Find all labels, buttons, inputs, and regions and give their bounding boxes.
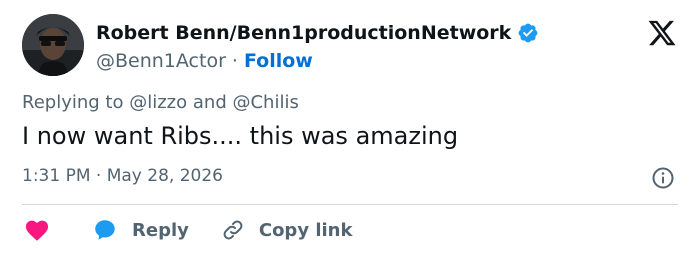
tweet-card: Robert Benn/Benn1productionNetwork @Benn… [0,0,700,256]
handle-separator: · [231,50,238,72]
link-icon [223,220,243,240]
copy-link-label: Copy link [258,219,353,241]
tweet-meta[interactable]: 1:31 PM · May 28, 2026 [22,166,223,186]
display-name[interactable]: Robert Benn/Benn1productionNetwork [96,22,511,44]
like-button[interactable] [22,216,52,244]
reply-label: Reply [132,219,189,241]
heart-icon [25,220,49,241]
author-block: Robert Benn/Benn1productionNetwork @Benn… [96,20,539,72]
avatar[interactable] [22,14,84,76]
tweet-text: I now want Ribs.... this was amazing [22,122,459,150]
mention-chilis[interactable]: @Chilis [232,92,298,113]
reply-bubble-icon [95,220,115,240]
tweet-date: May 28, 2026 [106,166,223,186]
tweet-time: 1:31 PM [22,166,91,186]
follow-button[interactable]: Follow [244,50,313,72]
reply-conjunction: and [192,92,227,113]
verified-badge-icon [518,23,538,43]
mention-lizzo[interactable]: @lizzo [129,92,187,113]
meta-separator: · [95,166,102,186]
reply-button[interactable]: Reply [92,217,189,243]
action-bar: Reply Copy link [22,216,352,244]
reply-context: Replying to @lizzo and @Chilis [22,92,299,113]
handle[interactable]: @Benn1Actor [96,50,226,72]
info-icon[interactable] [651,166,675,190]
x-logo-icon[interactable] [646,18,678,48]
copy-link-button[interactable]: Copy link [221,218,353,242]
divider [22,204,678,205]
avatar-image [22,14,84,76]
reply-prefix: Replying to [22,92,124,113]
